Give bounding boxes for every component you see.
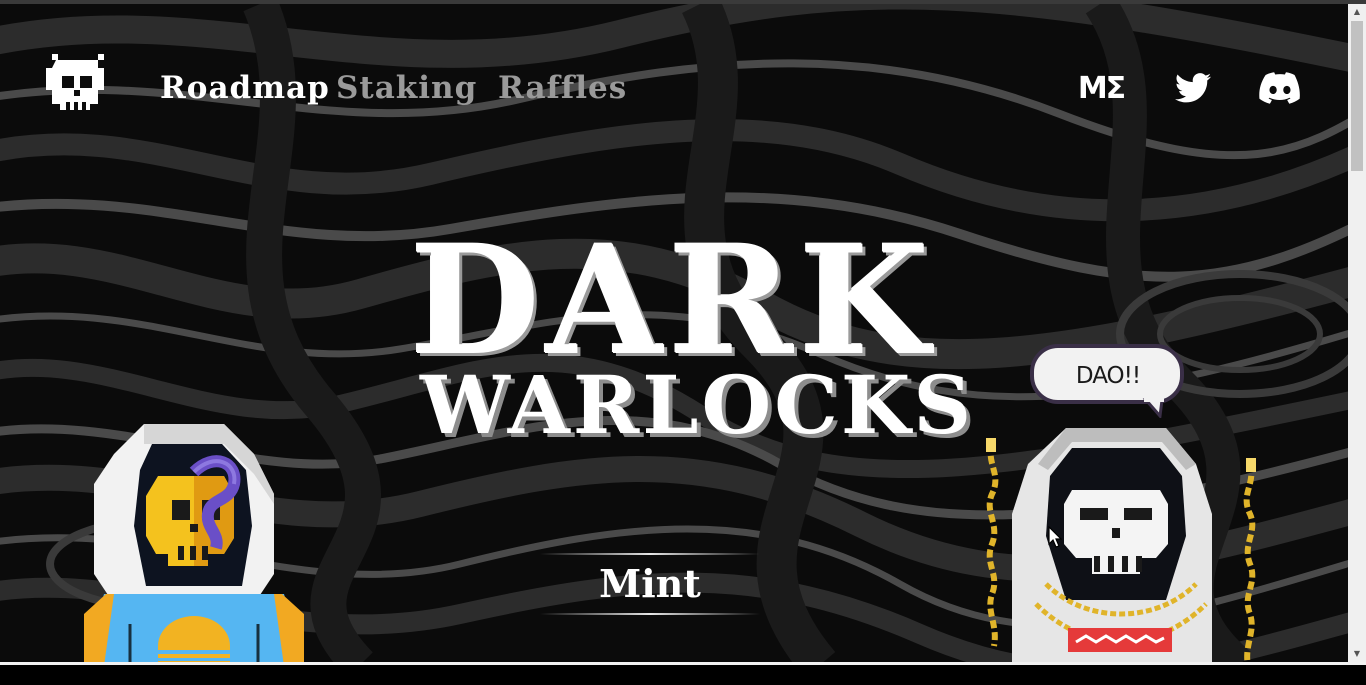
skull-logo-icon <box>46 54 104 110</box>
nav-staking-link[interactable]: Staking <box>336 68 477 108</box>
nav-raffles-link[interactable]: Raffles <box>498 68 627 108</box>
warlock-character-right <box>986 428 1256 665</box>
mint-divider-top <box>540 553 760 555</box>
magic-eden-link[interactable]: MΣ <box>1074 66 1128 110</box>
hero-title-warlocks: WARLOCKS <box>420 358 975 452</box>
vertical-scrollbar[interactable]: ▲ ▼ <box>1348 4 1366 662</box>
scroll-down-arrow-icon[interactable]: ▼ <box>1348 646 1366 662</box>
magic-eden-icon: MΣ <box>1077 70 1126 106</box>
mint-divider-bottom <box>540 613 760 615</box>
warlock-character-left <box>84 424 304 665</box>
twitter-link[interactable] <box>1170 66 1216 110</box>
scrollbar-thumb[interactable] <box>1351 21 1363 171</box>
scroll-up-arrow-icon[interactable]: ▲ <box>1348 4 1366 20</box>
twitter-icon <box>1175 73 1211 103</box>
nav-roadmap-link[interactable]: Roadmap <box>160 68 330 108</box>
skull-logo[interactable] <box>44 50 110 116</box>
page-viewport: Roadmap Staking Raffles MΣ DARK WARLOCKS… <box>0 4 1348 665</box>
discord-icon <box>1259 72 1300 104</box>
speech-bubble-text: DAO!! <box>1075 363 1141 389</box>
hero-title-dark: DARK <box>410 213 936 389</box>
mint-button[interactable]: Mint <box>540 556 760 612</box>
bottom-bar <box>0 662 1366 685</box>
discord-link[interactable] <box>1256 66 1304 110</box>
mouse-cursor-icon <box>1048 526 1062 548</box>
